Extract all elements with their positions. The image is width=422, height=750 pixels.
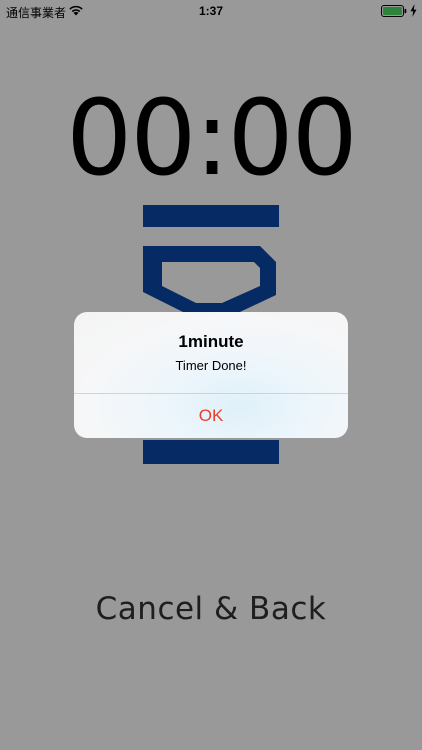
ok-button[interactable]: OK (74, 394, 348, 438)
alert-dialog: 1minute Timer Done! OK (74, 312, 348, 438)
alert-message: Timer Done! (175, 358, 247, 373)
alert-title: 1minute (178, 332, 244, 351)
app-screen: 通信事業者 1:37 00:00 Cancel & Back 1minute T… (0, 0, 422, 750)
